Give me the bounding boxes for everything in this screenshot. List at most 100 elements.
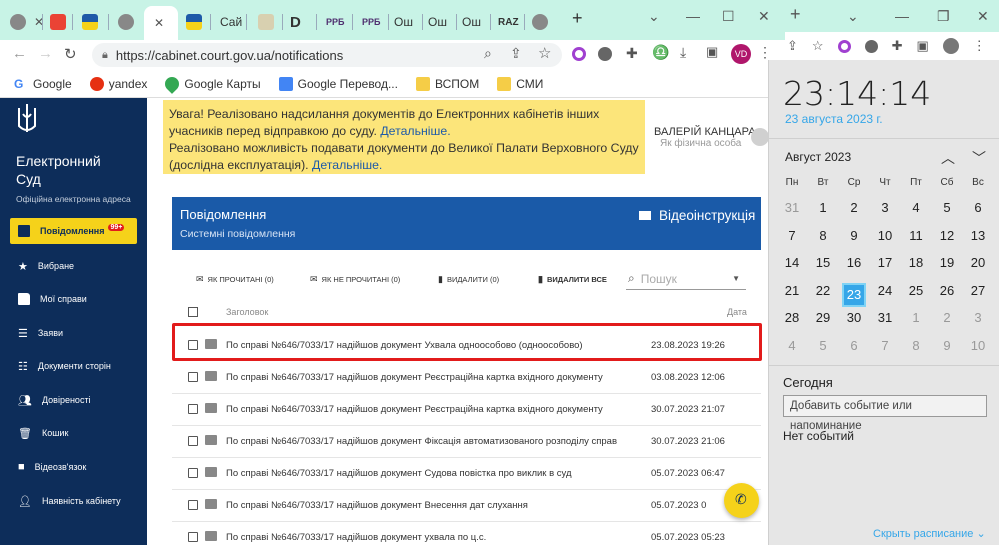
calendar-day[interactable]: 31 [780, 200, 804, 215]
tab-6[interactable]: Сай [214, 8, 242, 36]
tab-7[interactable] [252, 8, 274, 36]
calendar-day[interactable]: 27 [966, 283, 990, 298]
bookmark-folder-vspom[interactable]: ВСПОМ [415, 76, 479, 91]
table-row[interactable]: По справі №646/7033/17 надійшов документ… [172, 394, 761, 426]
add-event-input[interactable]: Добавить событие или напоминание [783, 395, 987, 432]
calendar-day[interactable]: 14 [780, 255, 804, 270]
table-row[interactable]: По справі №646/7033/17 надійшов документ… [172, 458, 761, 490]
close-window-icon[interactable]: ✕ [977, 8, 989, 25]
calendar-day[interactable]: 22 [811, 283, 835, 298]
maximize-icon[interactable]: ☐ [722, 8, 735, 25]
calendar-day[interactable]: 24 [873, 283, 897, 298]
calendar-day[interactable]: 3 [966, 310, 990, 325]
calendar-day[interactable]: 10 [873, 228, 897, 243]
menu-icon[interactable]: ⋮ [758, 44, 772, 61]
tab-11[interactable]: Ош [388, 8, 413, 36]
restore-icon[interactable]: ❐ [937, 8, 950, 25]
row-checkbox[interactable] [188, 532, 198, 542]
table-row[interactable]: По справі №646/7033/17 надійшов документ… [172, 362, 761, 394]
tab-1[interactable]: ✕ [4, 8, 44, 36]
bookmark-translate[interactable]: Google Перевод... [278, 76, 398, 91]
mark-read-button[interactable]: ✉ ЯК ПРОЧИТАНІ (0) [196, 274, 274, 285]
calendar-day[interactable]: 29 [811, 310, 835, 325]
profile-avatar[interactable]: VD [731, 44, 751, 64]
share-icon[interactable]: ⇪ [510, 45, 522, 62]
sidebar-item-notifications[interactable]: Повідомлення 99+ [10, 218, 137, 244]
clock-date[interactable]: 23 августа 2023 г. [785, 112, 883, 126]
table-row[interactable]: По справі №646/7033/17 надійшов документ… [172, 490, 761, 522]
calendar-day[interactable]: 3 [873, 200, 897, 215]
tab-8[interactable]: D [284, 8, 301, 36]
avatar[interactable] [942, 38, 959, 54]
calendar-day[interactable]: 13 [966, 228, 990, 243]
caret-down-icon[interactable]: ▼ [732, 274, 740, 283]
row-checkbox[interactable] [188, 372, 198, 382]
sidebar-item-my-cases[interactable]: Мої справи [10, 286, 137, 312]
table-row[interactable]: По справі №646/7033/17 надійшов документ… [172, 522, 761, 545]
calendar-day[interactable]: 2 [935, 310, 959, 325]
tab-15[interactable] [526, 8, 548, 36]
calendar-day[interactable]: 16 [842, 255, 866, 270]
sidebar-item-party-documents[interactable]: ☷ Документи сторін [10, 353, 137, 379]
back-icon[interactable]: ← [12, 45, 27, 62]
tab-3[interactable] [76, 8, 98, 36]
calendar-day[interactable]: 23 [842, 282, 866, 307]
calendar-day[interactable]: 25 [904, 283, 928, 298]
chevron-down-icon[interactable]: ⌄ [648, 8, 660, 25]
delete-all-button[interactable]: ▮ ВИДАЛИТИ ВСЕ [538, 274, 607, 285]
calendar-day[interactable]: 21 [780, 283, 804, 298]
chevron-down-icon[interactable]: ⌄ [847, 8, 859, 25]
user-avatar[interactable] [751, 128, 769, 146]
extension-icon[interactable] [837, 39, 851, 53]
table-row[interactable]: По справі №646/7033/17 надійшов документ… [172, 426, 761, 458]
search-input[interactable]: ⌕ Пошук ▼ [626, 268, 746, 290]
tab-13[interactable]: Ош [456, 8, 481, 36]
details-link[interactable]: Детальніше. [312, 158, 382, 172]
minimize-icon[interactable]: — [686, 8, 700, 24]
search-icon[interactable]: ⌕ [484, 45, 492, 62]
sidebar-item-favorites[interactable]: ★ Вибране [10, 253, 137, 279]
tab-12[interactable]: Ош [422, 8, 447, 36]
calendar-day[interactable]: 15 [811, 255, 835, 270]
calendar-day[interactable]: 20 [966, 255, 990, 270]
calendar-day[interactable]: 6 [842, 338, 866, 353]
extension-icon[interactable] [598, 47, 612, 61]
calendar-day[interactable]: 7 [873, 338, 897, 353]
extension-icon[interactable]: ♎ [652, 44, 669, 61]
sidebar-item-video[interactable]: ■ Відеозв'язок [10, 454, 137, 480]
calendar-day[interactable]: 2 [842, 200, 866, 215]
puzzle-icon[interactable]: ✚ [626, 45, 638, 62]
bookmark-yandex[interactable]: yandex [89, 76, 147, 91]
calendar-day[interactable]: 5 [811, 338, 835, 353]
calendar-day[interactable]: 11 [904, 228, 928, 243]
calendar-day[interactable]: 8 [811, 228, 835, 243]
row-checkbox[interactable] [188, 500, 198, 510]
new-tab-button[interactable]: + [566, 4, 583, 32]
share-icon[interactable]: ⇪ [787, 38, 798, 54]
forward-icon[interactable]: → [38, 45, 53, 62]
calendar-day[interactable]: 12 [935, 228, 959, 243]
close-icon[interactable]: ✕ [154, 16, 164, 30]
close-window-icon[interactable]: ✕ [758, 8, 770, 25]
tab-9[interactable]: PPБ [320, 8, 344, 36]
tab-active[interactable]: ✕ [144, 6, 178, 40]
calendar-day[interactable]: 26 [935, 283, 959, 298]
month-label[interactable]: Август 2023 [785, 150, 851, 164]
details-link[interactable]: Детальніше. [380, 124, 450, 138]
calendar-day[interactable]: 4 [904, 200, 928, 215]
extension-icon[interactable] [572, 47, 586, 61]
bookmark-folder-smi[interactable]: СМИ [497, 76, 543, 91]
minimize-icon[interactable]: — [895, 8, 909, 24]
sidebar-item-applications[interactable]: ☰ Заяви [10, 320, 137, 346]
star-icon[interactable]: ☆ [812, 38, 824, 54]
download-icon[interactable]: ⤓ [680, 44, 686, 61]
calendar-day[interactable]: 30 [842, 310, 866, 325]
calendar-day[interactable]: 7 [780, 228, 804, 243]
calendar-day[interactable]: 8 [904, 338, 928, 353]
calendar-day[interactable]: 1 [811, 200, 835, 215]
video-instruction-button[interactable]: Відеоінструкція [639, 208, 755, 223]
call-button[interactable]: ✆ [724, 483, 759, 518]
calendar-day[interactable]: 31 [873, 310, 897, 325]
new-tab-icon[interactable]: + [790, 4, 801, 25]
calendar-day[interactable]: 10 [966, 338, 990, 353]
